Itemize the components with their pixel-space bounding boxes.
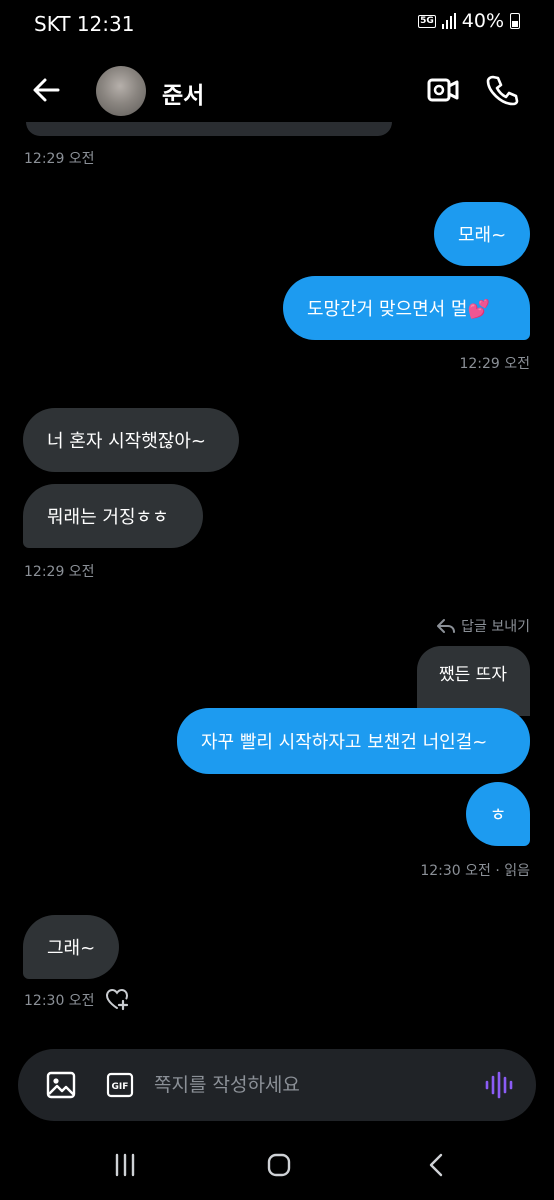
status-bar: SKT 12:31 5G 40% (0, 0, 554, 48)
contact-name[interactable]: 준서 (162, 76, 204, 110)
message-timestamp: 12:30 오전 (24, 993, 95, 1009)
reply-label[interactable]: 답글 보내기 (437, 616, 530, 636)
battery-percent: 40% (461, 10, 504, 32)
network-5g-icon: 5G (418, 14, 436, 28)
conversation-header: 준서 (0, 56, 554, 126)
image-icon[interactable] (46, 1071, 76, 1099)
outgoing-message[interactable]: ㅎ (466, 782, 530, 846)
gif-icon[interactable]: GIF (106, 1072, 134, 1098)
status-icons: 5G 40% (418, 10, 520, 32)
voice-wave-icon[interactable] (483, 1071, 513, 1099)
outgoing-message[interactable]: 자꾸 빨리 시작하자고 보챈건 너인걸~ (177, 708, 530, 774)
outgoing-message[interactable]: 도망간거 맞으면서 멀💕 (283, 276, 530, 340)
phone-icon[interactable] (484, 72, 520, 108)
incoming-message[interactable]: 너 혼자 시작햇잖아~ (23, 408, 239, 472)
carrier-time: SKT 12:31 (34, 12, 135, 36)
svg-text:GIF: GIF (112, 1082, 129, 1092)
message-input[interactable] (154, 1067, 454, 1103)
avatar[interactable] (96, 66, 146, 116)
reply-label-text: 답글 보내기 (461, 619, 530, 635)
message-timestamp: 12:30 오전 · 읽음 (420, 863, 530, 879)
incoming-message[interactable]: 그래~ (23, 915, 119, 979)
battery-icon (510, 13, 520, 29)
signal-icon (441, 13, 456, 29)
nav-back-icon[interactable] (424, 1152, 450, 1178)
quoted-message[interactable]: 쨌든 뜨자 (417, 646, 530, 716)
video-camera-icon[interactable] (424, 72, 462, 108)
outgoing-message[interactable]: 모래~ (434, 202, 530, 266)
incoming-message[interactable]: 뭐래는 거징ㅎㅎ (23, 484, 203, 548)
back-arrow-icon[interactable] (28, 72, 64, 108)
nav-home-icon[interactable] (266, 1152, 292, 1178)
message-timestamp: 12:29 오전 (24, 564, 95, 580)
heart-plus-icon[interactable] (104, 986, 130, 1012)
nav-recent-icon[interactable] (112, 1152, 138, 1178)
message-composer: GIF (18, 1049, 536, 1121)
reply-arrow-icon (437, 619, 456, 633)
message-timestamp: 12:29 오전 (459, 356, 530, 372)
system-navigation-bar (0, 1130, 554, 1200)
previous-message-bubble (26, 122, 392, 136)
message-timestamp: 12:29 오전 (24, 151, 95, 167)
